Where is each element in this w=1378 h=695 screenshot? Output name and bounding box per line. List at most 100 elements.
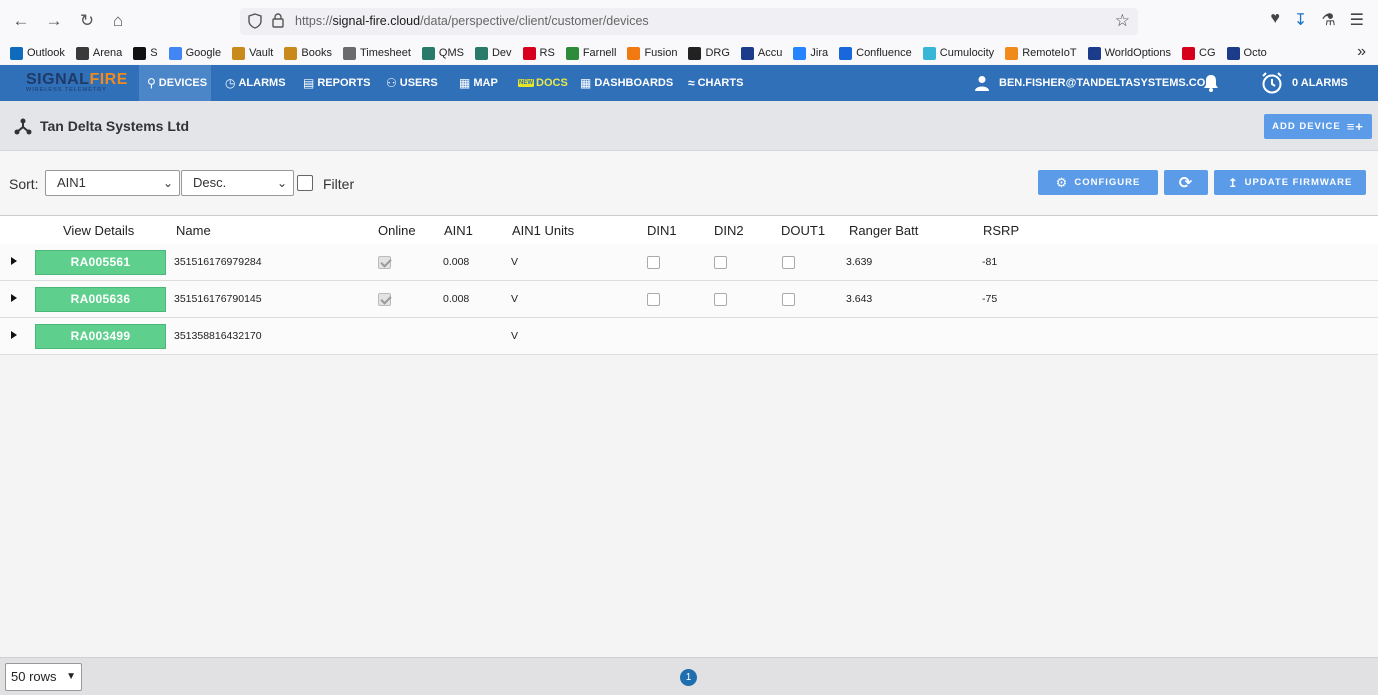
device-name: 351358816432170 <box>174 330 262 342</box>
update-firmware-button[interactable]: ↥ UPDATE FIRMWARE <box>1214 170 1366 195</box>
forward-arrow-icon[interactable]: → <box>44 11 64 31</box>
bookmark-item[interactable]: Accu <box>740 46 782 60</box>
table-header: View Details Name Online AIN1 AIN1 Units… <box>0 216 1378 244</box>
bookmark-item[interactable]: Jira <box>793 46 829 60</box>
bookmark-label: Jira <box>810 47 829 59</box>
col-ranger-batt[interactable]: Ranger Batt <box>849 223 918 238</box>
expand-row-icon[interactable] <box>11 331 17 339</box>
home-icon[interactable]: ⌂ <box>108 11 128 31</box>
bookmark-item[interactable]: CG <box>1182 46 1216 60</box>
bookmark-label: Books <box>301 47 332 59</box>
page-button[interactable]: 1 <box>680 669 697 686</box>
col-rsrp[interactable]: RSRP <box>983 223 1019 238</box>
lock-icon[interactable] <box>272 13 284 28</box>
reload-icon[interactable]: ↻ <box>77 11 97 31</box>
alarm-counter[interactable]: 0 ALARMS <box>1260 65 1348 101</box>
expand-row-icon[interactable] <box>11 294 17 302</box>
col-dout1[interactable]: DOUT1 <box>781 223 825 238</box>
view-device-button[interactable]: RA005636 <box>35 287 166 312</box>
device-name: 351516176979284 <box>174 256 262 268</box>
bookmark-item[interactable]: Farnell <box>565 46 616 60</box>
configure-button[interactable]: ⚙ CONFIGURE <box>1038 170 1158 195</box>
col-view-details[interactable]: View Details <box>63 223 134 238</box>
bookmarks-overflow-icon[interactable]: » <box>1357 43 1366 61</box>
nav-dashboards[interactable]: ▦ DASHBOARDS <box>580 65 673 101</box>
din2-checkbox <box>714 293 727 306</box>
filter-checkbox[interactable] <box>297 175 313 191</box>
bookmark-item[interactable]: Cumulocity <box>922 46 994 60</box>
din1-checkbox <box>647 256 660 269</box>
nav-devices[interactable]: ⚲ DEVICES <box>139 65 211 101</box>
nav-docs[interactable]: NEW DOCS <box>518 65 568 101</box>
bookmark-item[interactable]: Timesheet <box>342 46 411 60</box>
col-ain1-units[interactable]: AIN1 Units <box>512 223 574 238</box>
bookmark-item[interactable]: Arena <box>75 46 122 60</box>
bookmark-item[interactable]: S <box>133 46 158 60</box>
app-navbar: SIGNALFIRE WIRELESS TELEMETRY ⚲ DEVICES ◷… <box>0 65 1378 101</box>
bookmark-item[interactable]: Books <box>284 46 332 60</box>
bookmark-item[interactable]: WorldOptions <box>1087 46 1171 60</box>
refresh-button[interactable]: ⟳ <box>1164 170 1208 195</box>
bookmark-item[interactable]: Dev <box>474 46 512 60</box>
bookmarks-bar: Outlook Arena S Google Vault Books Timesheet QM… <box>0 42 1378 64</box>
col-ain1[interactable]: AIN1 <box>444 223 473 238</box>
ain1-units: V <box>511 256 519 268</box>
bell-icon[interactable] <box>1201 73 1221 98</box>
bookmark-favicon-icon <box>133 46 147 60</box>
bookmark-label: DRG <box>705 47 730 59</box>
table-row: RA003499 351358816432170 V <box>0 318 1378 355</box>
chart-line-icon: ≈ <box>688 76 695 90</box>
upload-arrow-icon: ↥ <box>1227 175 1239 190</box>
sort-order-dropdown[interactable]: Desc. ⌄ <box>181 170 294 196</box>
device-toolbar: Sort: AIN1 ⌄ Desc. ⌄ Filter ⚙ CONFIGURE ⟳ ↥… <box>0 151 1378 215</box>
bookmark-item[interactable]: Outlook <box>10 46 65 60</box>
pocket-icon[interactable]: ♥ <box>1270 10 1280 30</box>
bookmark-favicon-icon <box>565 46 579 60</box>
user-menu[interactable]: BEN.FISHER@TANDELTASYSTEMS.COI <box>974 65 1208 101</box>
bookmark-favicon-icon <box>627 46 641 60</box>
bookmark-item[interactable]: RS <box>522 46 555 60</box>
col-din1[interactable]: DIN1 <box>647 223 677 238</box>
nav-reports[interactable]: ▤ REPORTS <box>303 65 371 101</box>
bookmark-label: Fusion <box>644 47 678 59</box>
back-arrow-icon[interactable]: ← <box>11 11 31 31</box>
bookmark-favicon-icon <box>1087 46 1101 60</box>
bookmark-favicon-icon <box>342 46 356 60</box>
rows-per-page-dropdown[interactable]: 50 rows ▼ <box>5 663 82 691</box>
download-icon[interactable]: ↧ <box>1294 10 1307 30</box>
bookmark-favicon-icon <box>232 46 246 60</box>
view-device-button[interactable]: RA005561 <box>35 250 166 275</box>
extensions-icon[interactable]: ⚗ <box>1321 10 1335 30</box>
add-device-button[interactable]: ADD DEVICE ≡+ <box>1264 114 1372 139</box>
bookmark-label: Octo <box>1243 47 1267 59</box>
browser-toolbar: ← → ↻ ⌂ https://signal-fire.cloud/data/p… <box>0 0 1378 42</box>
bookmark-item[interactable]: DRG <box>688 46 730 60</box>
bookmark-favicon-icon <box>522 46 536 60</box>
signalfire-logo[interactable]: SIGNALFIRE WIRELESS TELEMETRY <box>26 71 127 95</box>
col-din2[interactable]: DIN2 <box>714 223 744 238</box>
bookmark-item[interactable]: Fusion <box>627 46 678 60</box>
shield-icon[interactable] <box>248 13 262 29</box>
bookmark-item[interactable]: Octo <box>1226 46 1267 60</box>
nav-map[interactable]: ▦ MAP <box>459 65 498 101</box>
bookmark-star-icon[interactable]: ☆ <box>1115 11 1130 31</box>
address-bar[interactable]: https://signal-fire.cloud/data/perspecti… <box>240 8 1138 35</box>
nav-charts[interactable]: ≈ CHARTS <box>688 65 743 101</box>
org-title: Tan Delta Systems Ltd <box>14 117 189 135</box>
col-name[interactable]: Name <box>176 223 211 238</box>
bookmark-item[interactable]: RemoteIoT <box>1005 46 1077 60</box>
nav-alarms[interactable]: ◷ ALARMS <box>225 65 286 101</box>
bookmark-label: RS <box>539 47 555 59</box>
bookmark-item[interactable]: Confluence <box>839 46 912 60</box>
expand-row-icon[interactable] <box>11 257 17 265</box>
bookmark-item[interactable]: Google <box>168 46 221 60</box>
user-icon <box>975 76 989 91</box>
nav-users[interactable]: ⚇ USERS <box>386 65 438 101</box>
bookmark-item[interactable]: QMS <box>421 46 464 60</box>
bookmark-favicon-icon <box>839 46 853 60</box>
sort-field-dropdown[interactable]: AIN1 ⌄ <box>45 170 180 196</box>
col-online[interactable]: Online <box>378 223 416 238</box>
bookmark-item[interactable]: Vault <box>232 46 273 60</box>
view-device-button[interactable]: RA003499 <box>35 324 166 349</box>
menu-icon[interactable]: ☰ <box>1350 10 1364 30</box>
